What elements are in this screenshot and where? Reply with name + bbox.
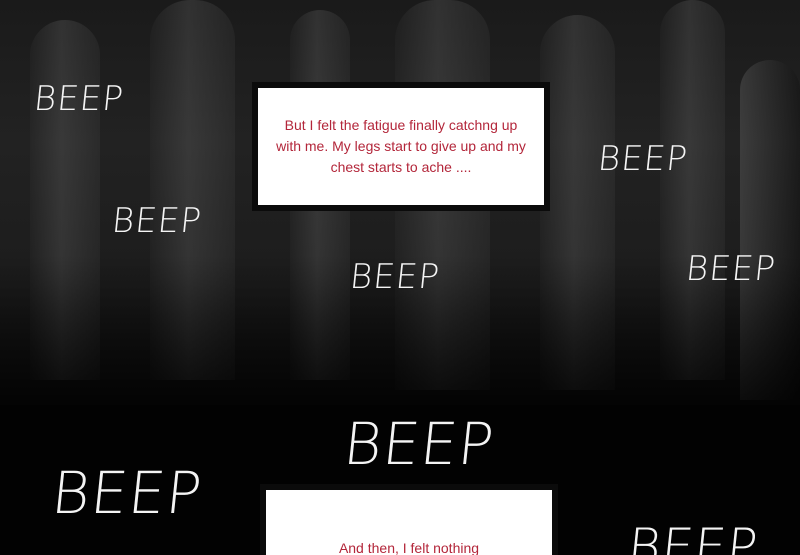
caption-box-first: But I felt the fatigue finally catchng u… (258, 88, 544, 205)
sfx-beep: BEEP (48, 459, 206, 527)
sfx-beep: BEEP (683, 249, 778, 289)
sfx-beep: BEEP (595, 139, 690, 179)
sfx-beep: BEEP (347, 257, 442, 297)
sfx-beep: BEEP (31, 79, 126, 119)
comic-page: But I felt the fatigue finally catchng u… (0, 0, 800, 555)
caption-box-second: And then, I felt nothing (266, 490, 552, 555)
caption-text-second: And then, I felt nothing (338, 540, 480, 555)
caption-text-first: But I felt the fatigue finally catchng u… (276, 117, 526, 175)
sfx-beep: BEEP (624, 518, 762, 555)
sfx-beep: BEEP (340, 410, 498, 478)
sfx-beep: BEEP (109, 201, 204, 241)
